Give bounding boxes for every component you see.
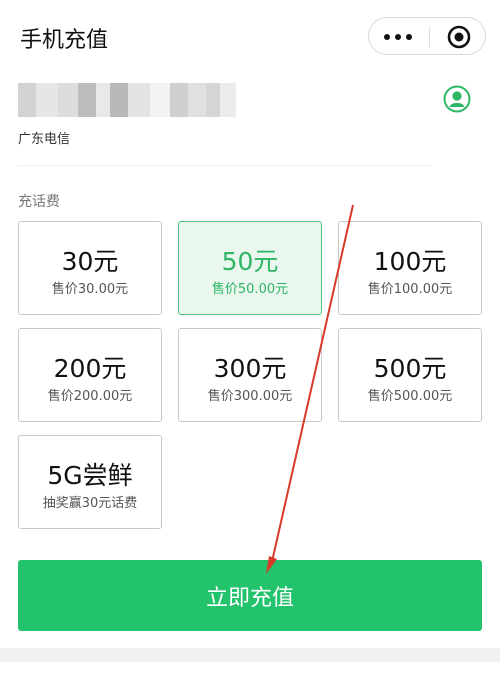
user-avatar-icon[interactable] xyxy=(443,85,471,113)
target-icon[interactable] xyxy=(447,25,471,49)
option-amount: 500元 xyxy=(373,354,447,383)
option-100[interactable]: 100元 售价100.00元 xyxy=(338,221,482,315)
option-price: 售价300.00元 xyxy=(207,389,293,404)
option-amount: 50元 xyxy=(221,247,279,276)
option-30[interactable]: 30元 售价30.00元 xyxy=(18,221,162,315)
phone-number-blurred[interactable] xyxy=(18,83,236,117)
option-300[interactable]: 300元 售价300.00元 xyxy=(178,328,322,422)
nav-bar: 手机充值 xyxy=(0,0,500,75)
option-price: 售价500.00元 xyxy=(367,389,453,404)
option-price: 售价100.00元 xyxy=(367,282,453,297)
account-area: 广东电信 xyxy=(0,75,500,167)
option-200[interactable]: 200元 售价200.00元 xyxy=(18,328,162,422)
option-500[interactable]: 500元 售价500.00元 xyxy=(338,328,482,422)
page-title: 手机充值 xyxy=(20,28,109,53)
carrier-region: 广东电信 xyxy=(18,132,71,147)
option-price: 售价30.00元 xyxy=(51,282,129,297)
option-5g-trial[interactable]: 5G尝鲜 抽奖赢30元话费 xyxy=(18,435,162,529)
option-amount: 5G尝鲜 xyxy=(47,461,133,490)
option-amount: 300元 xyxy=(213,354,287,383)
option-50[interactable]: 50元 售价50.00元 xyxy=(178,221,322,315)
option-amount: 100元 xyxy=(373,247,447,276)
section-label: 充话费 xyxy=(18,194,60,210)
capsule-divider xyxy=(429,27,430,47)
recharge-now-button[interactable]: 立即充值 xyxy=(18,560,482,631)
option-amount: 30元 xyxy=(61,247,119,276)
option-price: 售价50.00元 xyxy=(211,282,289,297)
divider xyxy=(18,165,432,166)
option-price: 抽奖赢30元话费 xyxy=(42,496,138,511)
mini-program-capsule xyxy=(368,17,486,55)
more-dots-icon[interactable] xyxy=(384,34,412,40)
bottom-section-start xyxy=(0,662,500,682)
option-amount: 200元 xyxy=(53,354,127,383)
option-price: 售价200.00元 xyxy=(47,389,133,404)
